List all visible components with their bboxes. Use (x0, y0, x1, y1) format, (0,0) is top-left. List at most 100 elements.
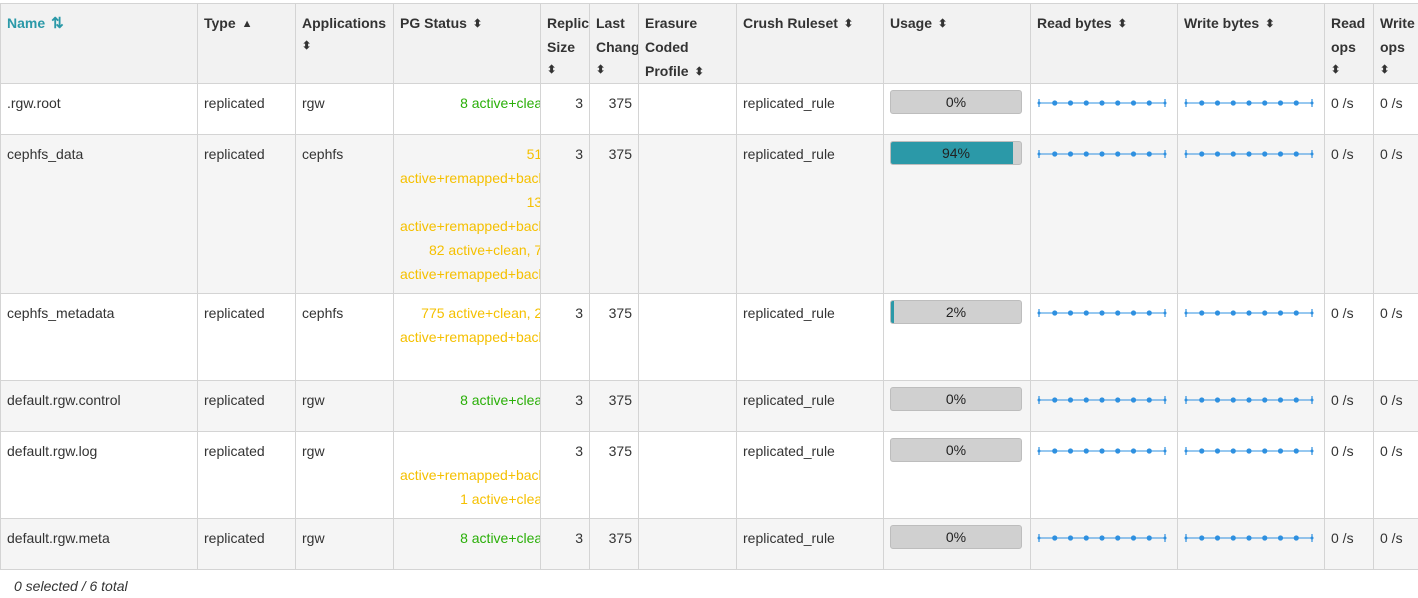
cell-read-ops: 0 /s (1324, 83, 1374, 135)
sparkline-point (1146, 448, 1152, 454)
sort-ascending-icon[interactable]: ⇅ (51, 16, 64, 31)
sparkline-point (1115, 448, 1121, 454)
cell-last-change: 375 (589, 431, 639, 519)
sparkline-point (1037, 101, 1041, 105)
sparkline-point (1214, 535, 1221, 541)
cell-pg-status: 775 active+clean, 25 active+remapped+bac… (393, 293, 541, 381)
sparkline-point (1293, 310, 1299, 316)
table-row[interactable]: default.rgw.log replicated rgw 7 active+… (0, 431, 1418, 519)
sparkline-point (1310, 101, 1314, 105)
table-row[interactable]: cephfs_metadata replicated cephfs 775 ac… (0, 293, 1418, 381)
sparkline-point (1184, 449, 1188, 453)
cell-pg-status: 8 active+clean (393, 83, 541, 135)
cell-replica-size: 3 (540, 83, 590, 135)
cell-usage: 0% (883, 518, 1031, 570)
sparkline-point (1230, 535, 1236, 541)
table-row[interactable]: default.rgw.control replicated rgw 8 act… (0, 380, 1418, 432)
sparkline-point (1277, 448, 1284, 454)
sparkline-point (1115, 151, 1121, 157)
sparkline-point (1099, 100, 1105, 106)
column-header-write-bytes[interactable]: Write bytes ⬍ (1177, 3, 1325, 84)
cell-read-bytes (1030, 380, 1178, 432)
cell-type: replicated (197, 83, 296, 135)
sparkline-point (1246, 151, 1252, 157)
table-footer-selection: 0 selected / 6 total (14, 578, 128, 594)
column-header-write-ops-label: Write ops (1380, 15, 1415, 55)
cell-usage: 0% (883, 431, 1031, 519)
column-header-crush-ruleset[interactable]: Crush Ruleset ⬍ (736, 3, 884, 84)
sort-both-icon[interactable]: ⬍ (547, 63, 583, 77)
table-row[interactable]: default.rgw.meta replicated rgw 8 active… (0, 518, 1418, 570)
column-header-applications[interactable]: Applications ⬍ (295, 3, 394, 84)
cell-crush-ruleset: replicated_rule (736, 83, 884, 135)
column-header-name[interactable]: Name ⇅ (0, 3, 198, 84)
sparkline-point (1037, 449, 1041, 453)
sparkline-point (1146, 535, 1152, 541)
cell-write-ops: 0 /s (1373, 431, 1418, 519)
cell-applications: cephfs (295, 293, 394, 381)
sparkline-point (1262, 397, 1268, 403)
sort-both-icon[interactable]: ⬍ (1380, 63, 1412, 77)
table-row[interactable]: cephfs_data replicated cephfs 514 active… (0, 134, 1418, 294)
column-header-read-ops[interactable]: Read ops ⬍ (1324, 3, 1374, 84)
column-header-read-ops-label: Read ops (1331, 15, 1366, 55)
sparkline-point (1130, 397, 1137, 403)
sparkline-point (1130, 151, 1137, 157)
cell-read-bytes (1030, 518, 1178, 570)
cell-name: cephfs_data (0, 134, 198, 294)
cell-erasure-coded-profile (638, 380, 737, 432)
sort-both-icon[interactable]: ⬍ (1331, 63, 1367, 77)
cell-erasure-coded-profile (638, 431, 737, 519)
sparkline-point (1230, 397, 1236, 403)
column-header-usage[interactable]: Usage ⬍ (883, 3, 1031, 84)
sparkline-point (1083, 310, 1089, 316)
write-bytes-sparkline (1184, 396, 1314, 404)
sparkline-point (1277, 310, 1284, 316)
column-header-crush-ruleset-label: Crush Ruleset (743, 15, 838, 31)
cell-applications: rgw (295, 518, 394, 570)
column-header-usage-label: Usage (890, 15, 933, 31)
sort-both-icon[interactable]: ⬍ (596, 63, 632, 77)
column-header-write-ops[interactable]: Write ops ⬍ (1373, 3, 1418, 84)
column-header-type[interactable]: Type ▲︎ (197, 3, 296, 84)
sort-both-icon[interactable]: ⬍ (695, 65, 704, 79)
sort-both-icon[interactable]: ⬍ (1118, 17, 1127, 31)
write-bytes-sparkline (1184, 309, 1314, 317)
sparkline-point (1052, 397, 1058, 403)
table-row[interactable]: .rgw.root replicated rgw 8 active+clean … (0, 83, 1418, 135)
sparkline-point (1262, 151, 1268, 157)
column-header-pg-status[interactable]: PG Status ⬍ (393, 3, 541, 84)
sparkline-point (1052, 535, 1058, 541)
column-header-replica-size[interactable]: Replica Size ⬍ (540, 3, 590, 84)
cell-crush-ruleset: replicated_rule (736, 518, 884, 570)
sparkline-point (1130, 100, 1137, 106)
sparkline-point (1163, 152, 1167, 156)
sort-both-icon[interactable]: ⬍ (302, 39, 387, 53)
sparkline-point (1214, 151, 1221, 157)
cell-applications: cephfs (295, 134, 394, 294)
sort-both-icon[interactable]: ⬍ (938, 17, 947, 31)
cell-name: default.rgw.meta (0, 518, 198, 570)
cell-write-ops: 0 /s (1373, 83, 1418, 135)
sparkline-point (1293, 448, 1299, 454)
sparkline-point (1130, 535, 1137, 541)
column-header-last-change[interactable]: Last Change ⬍ (589, 3, 639, 84)
sparkline-point (1067, 100, 1074, 106)
column-header-erasure-coded-profile[interactable]: Erasure Coded Profile ⬍ (638, 3, 737, 84)
pg-status-text: 8 active+clean (460, 95, 539, 111)
column-header-read-bytes[interactable]: Read bytes ⬍ (1030, 3, 1178, 84)
sort-both-icon[interactable]: ⬍ (473, 17, 482, 31)
cell-usage: 2% (883, 293, 1031, 381)
cell-usage: 0% (883, 83, 1031, 135)
pg-status-text: 514 active+remapped+backfill_wait, 134 a… (400, 146, 540, 282)
sparkline-point (1230, 310, 1236, 316)
cell-erasure-coded-profile (638, 293, 737, 381)
sort-both-icon[interactable]: ⬍ (844, 17, 853, 31)
sparkline-point (1262, 535, 1268, 541)
sparkline-point (1293, 397, 1299, 403)
sort-both-icon[interactable]: ⬍ (1265, 17, 1274, 31)
sort-both-icon[interactable]: ▲︎ (242, 17, 253, 31)
cell-read-bytes (1030, 134, 1178, 294)
sparkline-point (1277, 151, 1284, 157)
sparkline-point (1083, 535, 1089, 541)
